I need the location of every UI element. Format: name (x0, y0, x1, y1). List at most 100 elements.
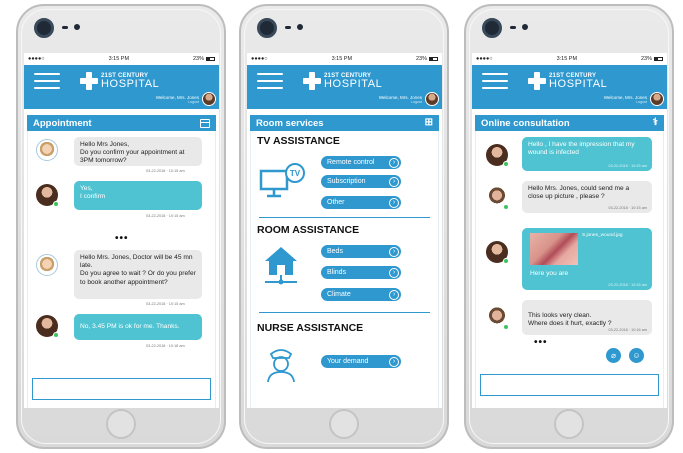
hamburger-menu-icon[interactable] (34, 73, 60, 91)
phone-room-services: ●●●●○ 3:15 PM 23% 21ST CENTURY HOSPITAL … (239, 4, 449, 449)
chat-area: Hello Mrs Jones, Do you confirm your app… (27, 131, 216, 408)
online-status-dot (53, 201, 59, 207)
logout-link[interactable]: Logout (156, 100, 199, 104)
screen: ●●●●○ 3:15 PM 23% 21ST CENTURY HOSPITAL … (24, 53, 219, 408)
other-button[interactable]: Other › (321, 196, 401, 209)
phone-appointment: ●●●●○ 3:15 PM 23% 21ST CENTURY HOSPITAL … (16, 4, 226, 449)
climate-button[interactable]: Climate › (321, 288, 401, 301)
more-messages-indicator[interactable]: ••• (534, 337, 548, 348)
mockup-stage: ●●●●○ 3:15 PM 23% 21ST CENTURY HOSPITAL … (0, 0, 683, 453)
welcome-text: Welcome, Mrs. Jones Logout (603, 95, 647, 105)
battery-indicator: 23% (416, 56, 438, 62)
calendar-icon[interactable] (200, 118, 210, 128)
subscription-button[interactable]: Subscription › (321, 175, 401, 188)
remote-control-button[interactable]: Remote control › (321, 156, 401, 169)
speaker (62, 26, 68, 29)
message-bubble: No, 3.45 PM is ok for me. Thanks. (74, 314, 202, 340)
chevron-right-icon: › (389, 267, 399, 278)
your-demand-button[interactable]: Your demand › (321, 355, 401, 368)
hamburger-menu-icon[interactable] (257, 73, 283, 91)
page-title: Online consultation (481, 117, 570, 129)
online-status-dot (53, 332, 59, 338)
brand-line2: HOSPITAL (324, 77, 383, 90)
home-button[interactable] (329, 409, 359, 439)
signal-indicator: ●●●●○ (251, 56, 268, 62)
message-bubble: Hello Mrs Jones, Do you confirm your app… (74, 137, 202, 166)
nurse-icon (267, 349, 295, 383)
hospital-logo: 21ST CENTURY HOSPITAL (80, 72, 159, 90)
page-title-bar: Online consultation ⚕ (475, 115, 664, 131)
more-messages-indicator[interactable]: ••• (115, 233, 129, 244)
status-time: 3:15 PM (331, 56, 353, 62)
app-header: 21ST CENTURY HOSPITAL Welcome, Mrs. Jone… (24, 65, 219, 109)
patient-avatar (486, 241, 509, 264)
online-status-dot (503, 258, 509, 264)
camera (34, 18, 54, 38)
medical-cross-icon (80, 72, 98, 90)
chevron-right-icon: › (389, 289, 399, 300)
message-time: 03-22-2018 · 10:15 am (608, 283, 647, 288)
message-time: 03-22-2018 · 10:15 am (146, 302, 185, 306)
chevron-right-icon: › (389, 246, 399, 257)
nurse-avatar (36, 139, 58, 161)
image-message-bubble[interactable]: S.jones_wound.jpg Here you are 03-22-201… (522, 228, 652, 290)
patient-avatar (36, 184, 59, 207)
hamburger-menu-icon[interactable] (482, 73, 508, 91)
message-time: 03-22-2018 · 10:15 am (608, 206, 647, 211)
message-bubble: This looks very clean. Where does it hur… (522, 300, 652, 335)
section-heading-room: ROOM ASSISTANCE (257, 224, 360, 236)
blinds-button[interactable]: Blinds › (321, 266, 401, 279)
stethoscope-icon[interactable]: ⚕ (653, 118, 658, 128)
sensor (74, 24, 80, 30)
online-status-dot (503, 324, 509, 330)
status-bar: ●●●●○ 3:15 PM 23% (247, 53, 442, 65)
home-button[interactable] (106, 409, 136, 439)
message-input[interactable] (32, 378, 211, 400)
user-avatar[interactable] (202, 92, 216, 106)
wound-photo-thumbnail[interactable] (530, 233, 578, 265)
message-text: Here you are (530, 270, 569, 277)
message-time: 03-22-2018 · 10:16 am (608, 328, 647, 333)
user-avatar[interactable] (650, 92, 664, 106)
brand-line2: HOSPITAL (101, 77, 160, 90)
logout-link[interactable]: Logout (604, 100, 647, 104)
paperclip-icon[interactable]: ⌀ (606, 348, 621, 363)
home-button[interactable] (554, 409, 584, 439)
logout-link[interactable]: Logout (379, 100, 422, 104)
hospital-logo: 21ST CENTURY HOSPITAL (528, 72, 607, 90)
brand-line2: HOSPITAL (549, 77, 608, 90)
services-area: TV ASSISTANCE TV Remote control › Subscri… (250, 131, 439, 408)
signal-indicator: ●●●●○ (476, 56, 493, 62)
house-network-icon (265, 247, 297, 285)
online-status-dot (503, 161, 509, 167)
section-heading-nurse: NURSE ASSISTANCE (257, 322, 364, 334)
chevron-right-icon: › (389, 176, 399, 187)
page-title: Appointment (33, 117, 92, 129)
screen: ●●●●○ 3:15 PM 23% 21ST CENTURY HOSPITAL … (247, 53, 442, 408)
patient-avatar (36, 315, 59, 338)
section-heading-tv: TV ASSISTANCE (257, 135, 340, 147)
sensor (297, 24, 303, 30)
status-bar: ●●●●○ 3:15 PM 23% (24, 53, 219, 65)
beds-button[interactable]: Beds › (321, 245, 401, 258)
welcome-text: Welcome, Mrs. Jones Logout (378, 95, 422, 105)
speaker (510, 26, 516, 29)
page-title-bar: Appointment (27, 115, 216, 131)
message-input[interactable] (480, 374, 659, 396)
page-title-bar: Room services ⊞ (250, 115, 439, 131)
participants-icon[interactable]: ☺ (629, 348, 644, 363)
battery-indicator: 23% (641, 56, 663, 62)
svg-text:TV: TV (290, 169, 301, 178)
message-bubble: Hello , I have the impression that my wo… (522, 137, 652, 171)
welcome-text: Welcome, Mrs. Jones Logout (155, 95, 199, 105)
medical-cross-icon (528, 72, 546, 90)
user-avatar[interactable] (425, 92, 439, 106)
message-time: 03-22-2018 · 10:18 am (146, 344, 185, 348)
battery-icon (429, 56, 438, 61)
sensor (522, 24, 528, 30)
phone-online-consultation: ●●●●○ 3:15 PM 23% 21ST CENTURY HOSPITAL … (464, 4, 674, 449)
patient-avatar (486, 144, 509, 167)
nurse-avatar (36, 254, 58, 276)
bed-plus-icon[interactable]: ⊞ (425, 118, 433, 128)
speaker (285, 26, 291, 29)
